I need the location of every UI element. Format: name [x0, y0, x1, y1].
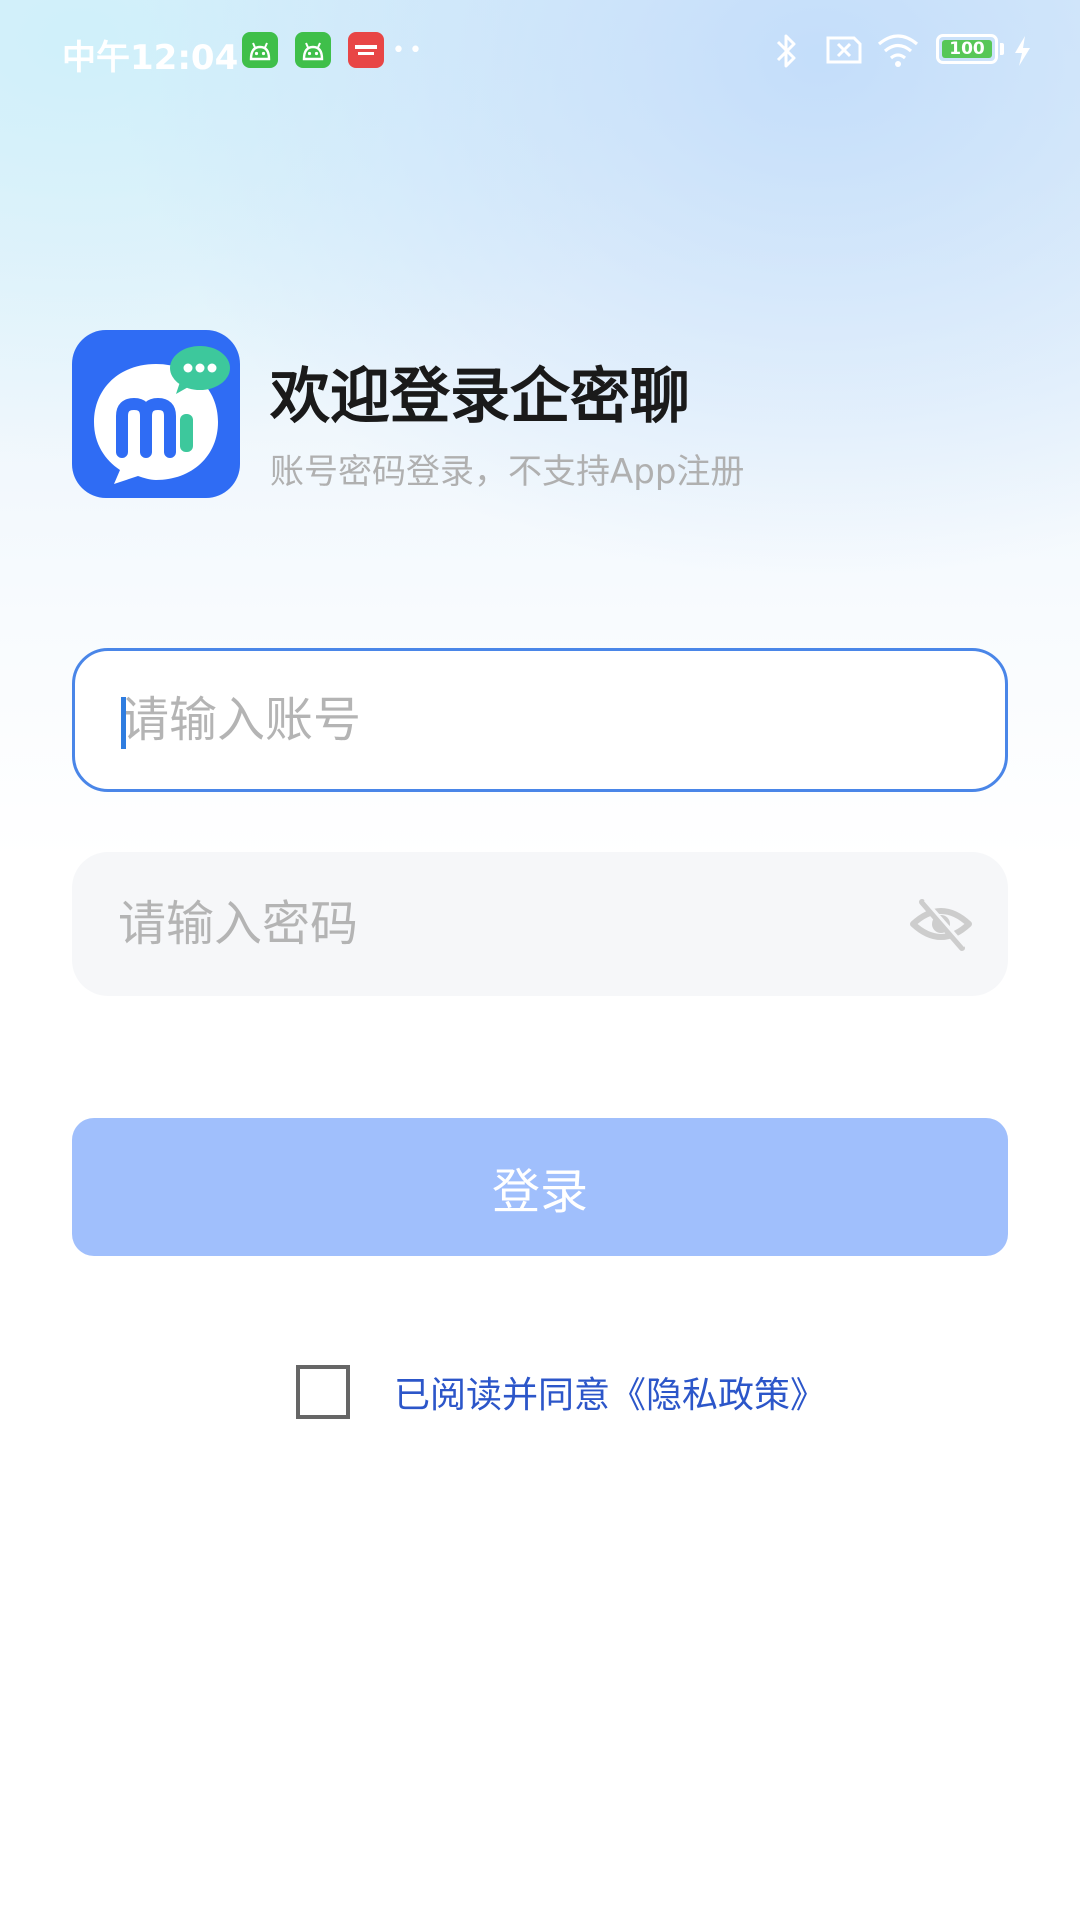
battery-level: 100	[942, 39, 992, 59]
password-input[interactable]	[118, 852, 878, 996]
android-icon	[242, 32, 278, 68]
chat-app-logo-icon	[72, 330, 240, 498]
charging-icon	[1010, 32, 1034, 74]
more-notifications-indicator: ••	[392, 38, 426, 63]
login-button[interactable]: 登录	[72, 1118, 1008, 1256]
battery-icon: 100	[936, 34, 998, 64]
privacy-policy-link[interactable]: 已阅读并同意《隐私政策》	[394, 1366, 826, 1418]
status-time: 中午12:04	[62, 38, 239, 78]
page-subtitle: 账号密码登录，不支持App注册	[270, 452, 745, 492]
eye-off-icon[interactable]	[908, 894, 974, 954]
sim-error-icon	[824, 32, 864, 72]
bluetooth-icon	[774, 32, 800, 74]
account-input[interactable]	[121, 651, 881, 789]
news-app-icon	[348, 32, 384, 68]
account-field[interactable]	[72, 648, 1008, 792]
privacy-agreement-row: 已阅读并同意《隐私政策》	[296, 1364, 826, 1420]
android-icon	[295, 32, 331, 68]
battery-cap	[1000, 43, 1004, 55]
page-title: 欢迎登录企密聊	[270, 362, 690, 432]
privacy-agree-checkbox[interactable]	[296, 1365, 350, 1419]
password-field[interactable]	[72, 852, 1008, 996]
wifi-icon	[876, 32, 920, 74]
status-bar: 中午12:04 •• 100	[0, 0, 1080, 104]
text-caret	[121, 697, 126, 749]
